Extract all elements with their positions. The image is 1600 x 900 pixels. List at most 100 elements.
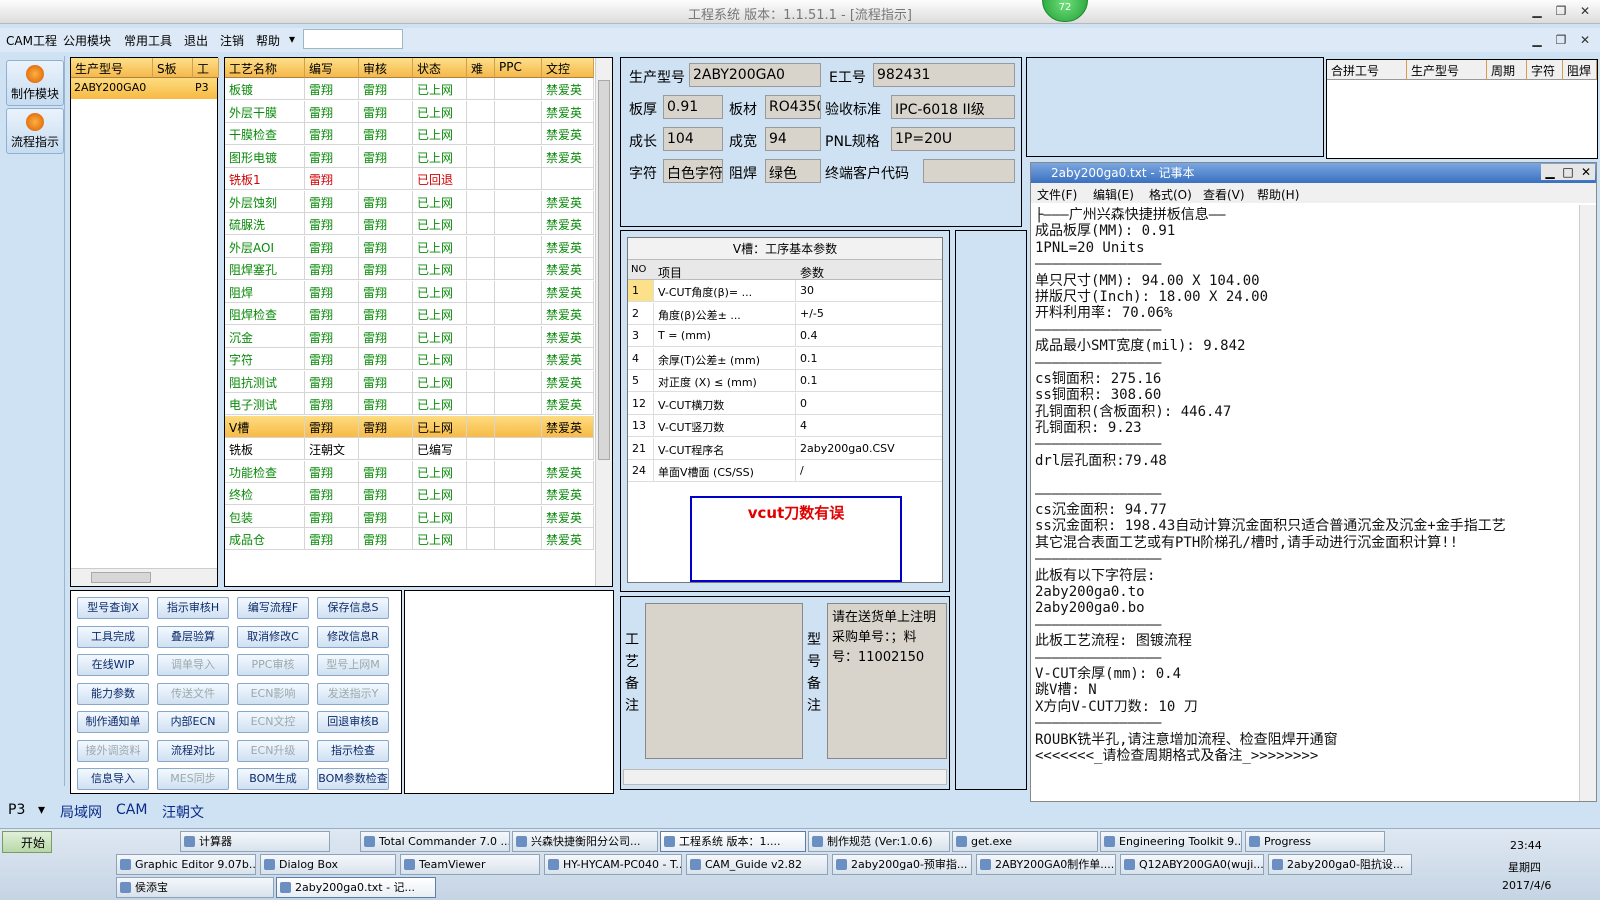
vg-value[interactable]: / xyxy=(796,460,942,482)
action-button-5[interactable]: 叠层验算 xyxy=(157,625,229,648)
table-row[interactable]: 硫脲洗 雷翔 雷翔 已上网 禁爱英 xyxy=(225,213,594,235)
taskbar-item[interactable]: 2aby200ga0-预审指... xyxy=(832,854,972,875)
vg-value[interactable]: 0.4 xyxy=(796,325,942,347)
table-row[interactable]: 功能检查 雷翔 雷翔 已上网 禁爱英 xyxy=(225,460,594,483)
action-button-8[interactable]: 在线WIP xyxy=(77,654,149,676)
action-button-6[interactable]: 取消修改C xyxy=(237,625,309,648)
taskbar-item[interactable]: Progress xyxy=(1245,831,1385,852)
col-header-difficulty[interactable]: 难 xyxy=(467,58,495,78)
action-button-4[interactable]: 工具完成 xyxy=(77,625,149,648)
customer-code-field[interactable] xyxy=(923,159,1015,183)
taskbar-item[interactable]: 侯添宝 xyxy=(116,877,274,898)
notepad-close-icon[interactable]: ✕ xyxy=(1577,164,1595,180)
table-row[interactable]: 外层AOI 雷翔 雷翔 已上网 禁爱英 xyxy=(225,235,594,258)
table-row[interactable]: V槽 雷翔 雷翔 已上网 禁爱英 xyxy=(225,415,594,438)
taskbar-item[interactable]: Total Commander 7.0 ... xyxy=(360,831,510,852)
taskbar-item[interactable]: 制作规范 (Ver:1.0.6) xyxy=(808,831,950,852)
action-button-0[interactable]: 型号查询X xyxy=(77,597,149,619)
taskbar-item[interactable]: TeamViewer xyxy=(400,854,540,875)
action-button-11[interactable]: 型号上网M xyxy=(317,654,389,676)
tab-lan[interactable]: 局域网 xyxy=(60,802,102,822)
action-button-26[interactable]: BOM生成 xyxy=(237,768,309,790)
horizontal-scrollbar[interactable] xyxy=(71,568,217,586)
taskbar-item[interactable]: CAM_Guide v2.82 xyxy=(686,854,828,875)
action-button-23[interactable]: 指示检查 xyxy=(317,739,389,762)
mdi-restore-icon[interactable]: ❐ xyxy=(1552,31,1570,49)
taskbar-item[interactable]: Engineering Toolkit 9.... xyxy=(1100,831,1242,852)
table-row[interactable]: 铣板1 雷翔 已回退 xyxy=(225,168,594,190)
vg-value[interactable]: +/-5 xyxy=(796,303,942,325)
scroll-thumb[interactable] xyxy=(598,80,610,460)
taskbar-item[interactable]: 2aby200ga0.txt - 记... xyxy=(276,877,436,898)
mask-field[interactable]: 绿色 xyxy=(765,159,821,183)
col-header-process-name[interactable]: 工艺名称 xyxy=(225,58,305,78)
taskbar-item[interactable]: Graphic Editor 9.07b... xyxy=(116,854,256,875)
col-header-doc-control[interactable]: 文控 xyxy=(542,58,594,78)
menu-combo[interactable] xyxy=(303,29,403,49)
taskbar-item[interactable]: HY-HYCAM-PC040 - T... xyxy=(544,854,682,875)
table-row[interactable]: 外层干膜 雷翔 雷翔 已上网 禁爱英 xyxy=(225,100,594,123)
pnl-field[interactable]: 1P=20U xyxy=(891,127,1015,151)
taskbar-item[interactable]: Dialog Box xyxy=(260,854,396,875)
notepad-menu-format[interactable]: 格式(O) xyxy=(1149,186,1192,203)
vg-value[interactable]: 2aby200ga0.CSV xyxy=(796,438,942,460)
menu-public[interactable]: 公用模块 xyxy=(63,32,111,49)
vg-value[interactable]: 0.1 xyxy=(796,348,942,370)
action-button-9[interactable]: 调单导入 xyxy=(157,654,229,676)
action-button-10[interactable]: PPC审核 xyxy=(237,654,309,676)
action-button-7[interactable]: 修改信息R xyxy=(317,625,389,648)
vg-value[interactable]: 4 xyxy=(796,415,942,437)
model-field[interactable]: 2ABY200GA0 xyxy=(689,63,821,87)
sidebar-item-flow-guide[interactable]: 流程指示 xyxy=(6,108,64,154)
action-button-16[interactable]: 制作通知单 xyxy=(77,711,149,733)
table-row[interactable]: 电子测试 雷翔 雷翔 已上网 禁爱英 xyxy=(225,393,594,415)
tab-user[interactable]: 汪朝文 xyxy=(162,802,204,822)
col-header-merge-no[interactable]: 合拼工号 xyxy=(1327,60,1407,80)
mdi-minimize-icon[interactable]: ▁ xyxy=(1528,31,1546,49)
tab-cam[interactable]: CAM xyxy=(116,802,147,818)
horizontal-scrollbar[interactable] xyxy=(623,769,947,785)
table-row[interactable]: 阻抗测试 雷翔 雷翔 已上网 禁爱英 xyxy=(225,370,594,393)
vg-value[interactable]: 30 xyxy=(796,280,942,302)
notepad-menu-view[interactable]: 查看(V) xyxy=(1203,186,1245,203)
taskbar-item[interactable]: 2ABY200GA0制作单.... xyxy=(976,854,1116,875)
notepad-title[interactable]: 2aby200ga0.txt - 记事本 xyxy=(1031,163,1596,183)
start-button[interactable]: 开始 xyxy=(2,831,52,853)
col-header-char[interactable]: 字符 xyxy=(1527,60,1563,80)
vertical-scrollbar[interactable] xyxy=(595,58,612,586)
mdi-close-icon[interactable]: ✕ xyxy=(1576,31,1594,49)
taskbar-item[interactable]: get.exe xyxy=(952,831,1098,852)
col-header-writer[interactable]: 编写 xyxy=(305,58,359,78)
action-button-17[interactable]: 内部ECN xyxy=(157,711,229,733)
table-row[interactable]: 干膜检查 雷翔 雷翔 已上网 禁爱英 xyxy=(225,123,594,145)
process-remark-input[interactable] xyxy=(645,603,803,759)
char-field[interactable]: 白色字符 xyxy=(663,159,723,183)
table-row[interactable]: 包装 雷翔 雷翔 已上网 禁爱英 xyxy=(225,505,594,528)
action-button-15[interactable]: 发送指示Y xyxy=(317,682,389,705)
factory-select[interactable]: P3 xyxy=(8,802,25,818)
standard-field[interactable]: IPC-6018 II级 xyxy=(891,95,1015,119)
maximize-icon[interactable]: ❐ xyxy=(1552,2,1570,20)
table-row[interactable]: 成品仓 雷翔 雷翔 已上网 禁爱英 xyxy=(225,528,594,550)
table-row[interactable]: 阻焊检查 雷翔 雷翔 已上网 禁爱英 xyxy=(225,303,594,325)
menu-logout[interactable]: 注销 xyxy=(220,32,244,49)
action-button-19[interactable]: 回退审核B xyxy=(317,711,389,733)
vg-value[interactable]: 0 xyxy=(796,393,942,415)
menu-tools[interactable]: 常用工具 xyxy=(124,32,172,49)
action-button-13[interactable]: 传送文件 xyxy=(157,682,229,705)
action-button-2[interactable]: 编写流程F xyxy=(237,597,309,619)
width-field[interactable]: 94 xyxy=(765,127,821,151)
notepad-minimize-icon[interactable]: ▁ xyxy=(1541,164,1559,180)
action-button-22[interactable]: ECN升级 xyxy=(237,739,309,762)
col-header-factory[interactable]: 工厂 xyxy=(193,58,219,93)
minimize-icon[interactable]: ▁ xyxy=(1528,2,1546,20)
col-header-s[interactable]: S板 xyxy=(153,58,193,78)
action-button-21[interactable]: 流程对比 xyxy=(157,739,229,762)
table-row[interactable]: 终检 雷翔 雷翔 已上网 禁爱英 xyxy=(225,483,594,505)
col-header-status[interactable]: 状态 xyxy=(413,58,467,78)
col-header-cycle[interactable]: 周期 xyxy=(1487,60,1527,80)
model-remark-input[interactable]: 请在送货单上注明采购单号：；料号：11002150 xyxy=(827,603,947,759)
taskbar-item[interactable]: 工程系统 版本：1.... xyxy=(660,831,806,852)
table-row[interactable]: 铣板 汪朝文 已编写 xyxy=(225,438,594,460)
taskbar-item[interactable]: 2aby200ga0-阻抗设... xyxy=(1268,854,1412,875)
